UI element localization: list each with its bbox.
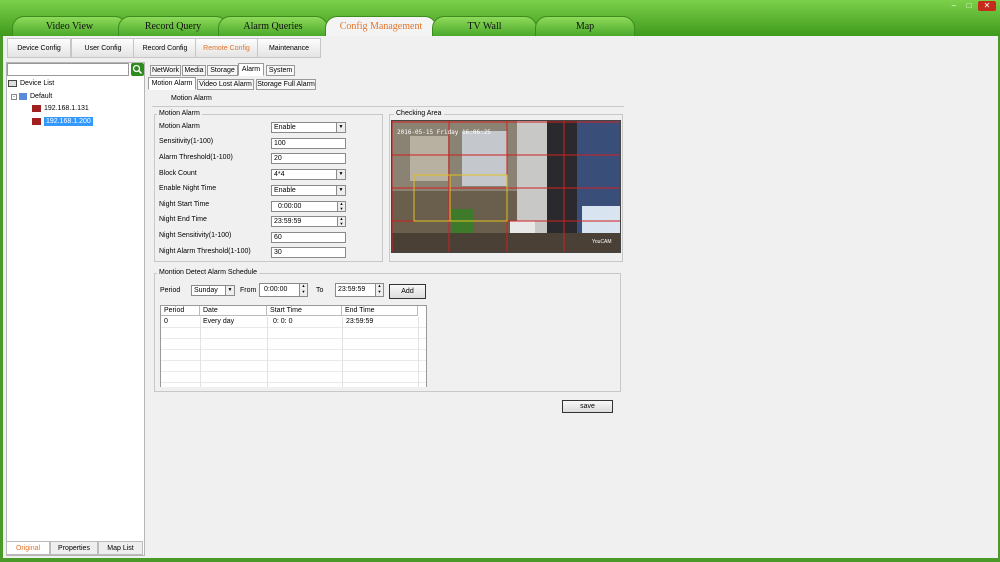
device-label: 192.168.1.200 (44, 117, 93, 126)
enable-night-time-label: Enable Night Time (159, 185, 217, 192)
column-divider (418, 317, 419, 387)
subtab-user-config[interactable]: User Config (71, 38, 135, 58)
block-count-select[interactable]: 4*4 ▼ (271, 169, 346, 180)
motion-alarm-select[interactable]: Enable ▼ (271, 122, 346, 133)
camera-icon (32, 118, 41, 125)
chevron-down-icon[interactable]: ▼ (336, 123, 345, 132)
tree-root-label: Device List (20, 80, 55, 87)
night-end-time-stepper[interactable]: 23:59:59 ▲ ▼ (271, 216, 346, 227)
tree-root[interactable]: Device List (8, 80, 54, 87)
tab-video-view[interactable]: Video View (12, 16, 127, 36)
tree-device-item[interactable]: 192.168.1.131 (32, 105, 89, 112)
save-button[interactable]: save (562, 400, 613, 413)
table-cell: 23:59:59 (346, 318, 374, 325)
device-list-icon (8, 80, 17, 87)
tree-group-default[interactable]: - Default (11, 93, 52, 100)
night-sensitivity-field[interactable]: 60 (271, 232, 346, 243)
tab-original[interactable]: Original (6, 541, 50, 555)
tab-map[interactable]: Map (535, 16, 635, 36)
divider (152, 106, 624, 107)
table-cell: Every day (203, 318, 235, 325)
spin-down-icon[interactable]: ▼ (299, 289, 307, 296)
night-start-time-label: Night Start Time (159, 201, 210, 208)
device-tree-panel (6, 62, 145, 556)
table-cell: 0 (164, 318, 168, 325)
night-sensitivity-label: Night Sensitivity(1-100) (159, 232, 232, 239)
tab-storage[interactable]: Storage (207, 65, 238, 76)
schedule-group-title: Montion Detect Alarm Schedule (157, 269, 260, 276)
subtab-device-config[interactable]: Device Config (7, 38, 71, 58)
subtab-maintenance[interactable]: Maintenance (257, 38, 321, 58)
night-alarm-threshold-field[interactable]: 30 (271, 247, 346, 258)
tree-group-label: Default (30, 93, 53, 100)
tab-motion-alarm[interactable]: Motion Alarm (148, 77, 196, 90)
column-header[interactable]: Period (161, 306, 200, 316)
add-button[interactable]: Add (389, 284, 426, 299)
motion-alarm-label: Motion Alarm (159, 123, 200, 130)
subtab-record-config[interactable]: Record Config (133, 38, 197, 58)
spin-down-icon[interactable]: ▼ (337, 221, 345, 226)
tab-properties[interactable]: Properties (50, 541, 98, 555)
from-time-stepper[interactable]: 0:00:00 ▲ ▼ (259, 283, 308, 297)
column-header[interactable]: Date (200, 306, 267, 316)
tab-record-query[interactable]: Record Query (118, 16, 228, 36)
sensitivity-label: Sensitivity(1-100) (159, 138, 214, 145)
night-end-time-label: Night End Time (159, 216, 207, 223)
search-icon[interactable] (131, 63, 144, 76)
tab-media[interactable]: Media (182, 65, 206, 76)
search-input[interactable] (7, 63, 129, 76)
to-label: To (316, 287, 324, 294)
to-time-stepper[interactable]: 23:59:59 ▲ ▼ (335, 283, 384, 297)
camera-watermark: YouCAM (592, 239, 612, 245)
column-divider (267, 317, 268, 387)
minimize-icon[interactable]: – (948, 1, 960, 11)
column-divider (342, 317, 343, 387)
close-icon[interactable]: ✕ (978, 1, 996, 11)
panel-header: Motion Alarm (171, 95, 212, 102)
night-start-time-stepper[interactable]: 0:00:00 ▲ ▼ (271, 201, 346, 212)
camera-preview[interactable]: 2016-05-15 Friday 16:06:25 YouCAM (391, 120, 621, 253)
night-alarm-threshold-label: Night Alarm Threshold(1-100) (159, 248, 251, 255)
tab-storage-full-alarm[interactable]: Storage Full Alarm (256, 79, 316, 90)
tab-map-list[interactable]: Map List (98, 541, 143, 555)
column-header[interactable]: End Time (342, 306, 418, 316)
table-cell: 0: 0: 0 (273, 318, 293, 325)
chevron-down-icon[interactable]: ▼ (225, 286, 234, 295)
period-select[interactable]: Sunday ▼ (191, 285, 235, 296)
camera-icon (32, 105, 41, 112)
tree-device-item-selected[interactable]: 192.168.1.200 (32, 117, 93, 126)
tab-config-management[interactable]: Config Management (325, 16, 437, 36)
top-nav-bar: Video View Record Query Alarm Queries Co… (0, 0, 1000, 36)
tab-alarm-queries[interactable]: Alarm Queries (218, 16, 328, 36)
spin-down-icon[interactable]: ▼ (375, 289, 383, 296)
block-count-label: Block Count (159, 170, 197, 177)
column-divider (200, 317, 201, 387)
tab-alarm[interactable]: Alarm (238, 63, 264, 76)
column-header[interactable]: Start Time (267, 306, 342, 316)
spin-down-icon[interactable]: ▼ (337, 206, 345, 211)
alarm-threshold-label: Alarm Threshold(1-100) (159, 154, 233, 161)
alarm-threshold-field[interactable]: 20 (271, 153, 346, 164)
camera-timestamp: 2016-05-15 Friday 16:06:25 (397, 129, 491, 136)
collapse-icon[interactable]: - (11, 93, 17, 100)
schedule-table: Period Date Start Time End Time 0 Every … (160, 305, 427, 387)
checking-area-title: Checking Area (394, 110, 444, 117)
maximize-icon[interactable]: □ (963, 1, 975, 11)
from-label: From (240, 287, 257, 294)
enable-night-time-select[interactable]: Enable ▼ (271, 185, 346, 196)
device-label: 192.168.1.131 (44, 105, 89, 112)
chevron-down-icon[interactable]: ▼ (336, 170, 345, 179)
chevron-down-icon[interactable]: ▼ (336, 186, 345, 195)
camera-scene (392, 121, 620, 252)
sensitivity-field[interactable]: 100 (271, 138, 346, 149)
tab-system[interactable]: System (266, 65, 295, 76)
tab-network[interactable]: NetWork (150, 65, 181, 76)
group-icon (19, 93, 27, 100)
tab-tv-wall[interactable]: TV Wall (432, 16, 537, 36)
tab-video-lost-alarm[interactable]: Video Lost Alarm (197, 79, 254, 90)
motion-alarm-group-title: Motion Alarm (157, 110, 202, 117)
period-label: Period (160, 287, 181, 294)
subtab-remote-config[interactable]: Remote Config (195, 38, 258, 58)
